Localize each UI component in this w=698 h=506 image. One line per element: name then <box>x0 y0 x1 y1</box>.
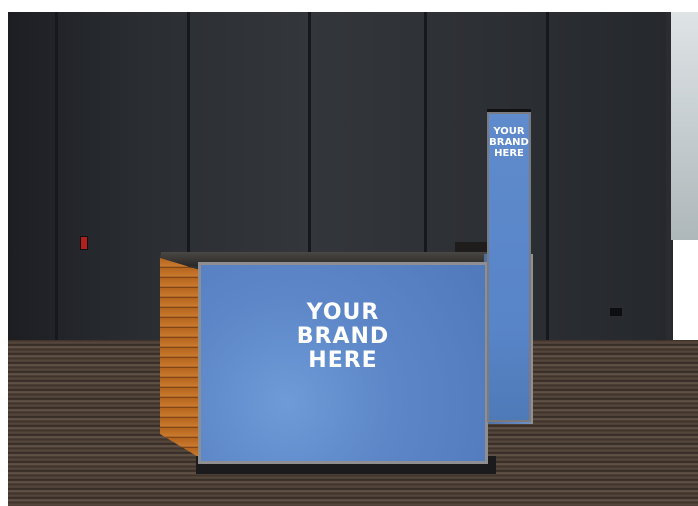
front-text-line: HERE <box>308 348 378 373</box>
wall-outlet <box>610 308 622 316</box>
tower-text-line: HERE <box>494 148 524 159</box>
window-frame <box>666 12 671 342</box>
photo-scene: YOUR BRAND HERE YOUR BRAND HERE <box>0 0 698 506</box>
tower-text-line: BRAND <box>489 137 529 148</box>
front-brand-text: YOUR BRAND HERE <box>201 301 485 373</box>
tower-brand-text: YOUR BRAND HERE <box>489 126 529 159</box>
brand-front-panel: YOUR BRAND HERE <box>198 262 488 464</box>
brand-tower: YOUR BRAND HERE <box>487 112 531 422</box>
front-text-line: YOUR <box>306 300 380 325</box>
front-text-line: BRAND <box>296 324 390 349</box>
wood-slat-side <box>160 258 200 458</box>
tower-text-line: YOUR <box>493 126 525 137</box>
wall-switch <box>80 236 88 250</box>
